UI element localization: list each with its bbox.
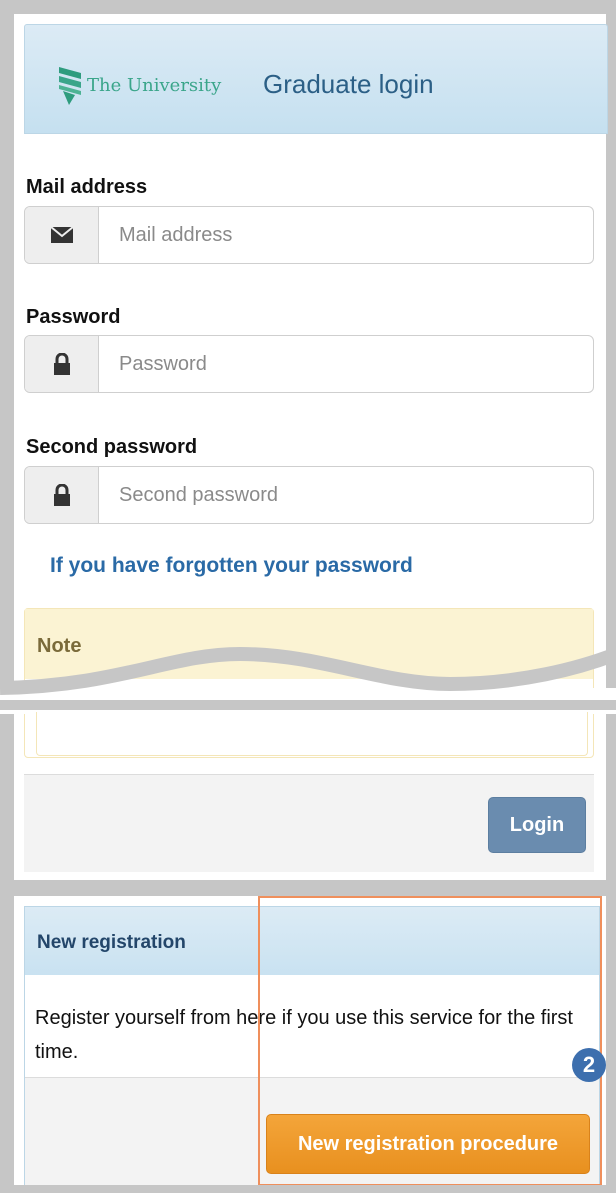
password-group [24, 335, 594, 393]
lock-icon [25, 336, 99, 392]
password-label: Password [26, 306, 121, 328]
lock-icon [25, 467, 99, 523]
frame-left [0, 0, 14, 1193]
frame-top [0, 0, 616, 14]
frame-bottom [0, 1185, 616, 1193]
page-title: Graduate login [263, 69, 434, 99]
cut-band [0, 700, 616, 710]
second-password-input[interactable] [99, 467, 593, 523]
forgot-password-link[interactable]: If you have forgotten your password [50, 554, 413, 578]
second-password-label: Second password [26, 436, 198, 458]
password-input[interactable] [99, 336, 593, 392]
second-password-group [24, 466, 594, 524]
frame-right [606, 0, 616, 1193]
new-registration-button[interactable]: New registration procedure [266, 1114, 590, 1174]
mail-address-group [24, 206, 594, 264]
note-box-lower [36, 712, 588, 756]
mail-address-label: Mail address [26, 176, 148, 198]
login-button[interactable]: Login [488, 797, 586, 853]
login-footer: Login [24, 774, 594, 872]
logo-text: The University [87, 75, 222, 96]
login-header: The University Graduate login [24, 24, 608, 134]
envelope-icon [25, 207, 99, 263]
step-badge: 2 [572, 1048, 606, 1082]
frame-gap [0, 880, 616, 896]
university-logo-icon [59, 67, 81, 105]
mail-address-input[interactable] [99, 207, 593, 263]
